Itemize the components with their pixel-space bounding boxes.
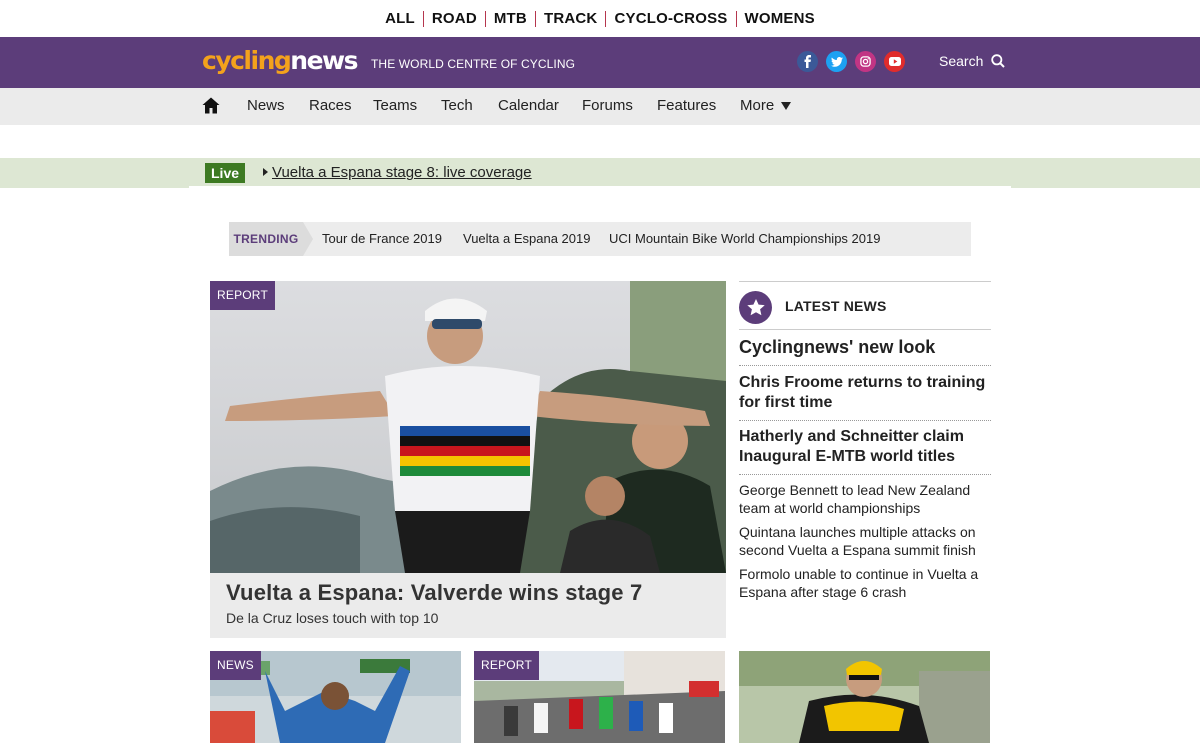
latest-news-item[interactable]: Chris Froome returns to training for fir… — [739, 373, 991, 413]
live-badge: Live — [205, 163, 246, 183]
logo-news: news — [290, 46, 358, 75]
trending-item[interactable]: Tour de France 2019 — [322, 231, 442, 246]
category-road[interactable]: ROAD — [422, 10, 485, 27]
nav-item-more[interactable]: More — [740, 97, 792, 114]
divider — [739, 365, 991, 366]
thumbnail-photo — [739, 651, 990, 743]
site-logo[interactable]: cyclingnews — [202, 46, 359, 76]
search-icon — [991, 54, 1006, 68]
home-icon[interactable] — [202, 97, 220, 119]
trending-item[interactable]: Vuelta a Espana 2019 — [463, 231, 590, 246]
category-mtb[interactable]: MTB — [484, 10, 535, 27]
chevron-down-icon — [781, 102, 792, 110]
facebook-icon[interactable] — [797, 51, 818, 72]
live-strip: Live Vuelta a Espana stage 8: live cover… — [0, 158, 1200, 188]
youtube-icon[interactable] — [884, 51, 905, 72]
thumbnail-tag[interactable]: NEWS — [210, 651, 261, 680]
divider — [739, 281, 991, 282]
trending-bar: TRENDING Tour de France 2019 Vuelta a Es… — [229, 222, 971, 256]
search-label: Search — [939, 53, 984, 69]
twitter-icon[interactable] — [826, 51, 847, 72]
latest-news-item[interactable]: Hatherly and Schneitter claim Inaugural … — [739, 427, 991, 467]
article-thumbnail[interactable]: NEWS — [210, 651, 461, 743]
latest-news-item[interactable]: Formolo unable to continue in Vuelta a E… — [739, 565, 991, 601]
trending-label: TRENDING — [229, 222, 313, 256]
article-thumbnail[interactable]: REPORT — [474, 651, 725, 743]
divider — [739, 474, 991, 475]
main-nav: News Races Teams Tech Calendar Forums Fe… — [0, 88, 1200, 125]
article-thumbnail[interactable] — [739, 651, 990, 743]
nav-more-label: More — [740, 97, 775, 114]
site-header: cyclingnews THE WORLD CENTRE OF CYCLING … — [0, 37, 1200, 88]
nav-item-calendar[interactable]: Calendar — [498, 97, 559, 114]
latest-news-title: LATEST NEWS — [785, 298, 887, 314]
hero-tag[interactable]: REPORT — [210, 281, 275, 310]
instagram-icon[interactable] — [855, 51, 876, 72]
nav-item-forums[interactable]: Forums — [582, 97, 633, 114]
category-all[interactable]: ALL — [377, 10, 423, 27]
category-track[interactable]: TRACK — [534, 10, 606, 27]
latest-news-item[interactable]: Cyclingnews' new look — [739, 337, 991, 357]
site-tagline: THE WORLD CENTRE OF CYCLING — [371, 57, 576, 71]
hero-image[interactable]: REPORT — [210, 281, 726, 573]
category-cyclo-cross[interactable]: CYCLO-CROSS — [605, 10, 735, 27]
category-bar: ALL ROAD MTB TRACK CYCLO-CROSS WOMENS — [0, 0, 1200, 37]
divider — [739, 420, 991, 421]
search-button[interactable]: Search — [939, 53, 1006, 69]
caret-right-icon — [263, 168, 268, 176]
hero-photo — [210, 281, 726, 573]
hero-headline[interactable]: Vuelta a Espana: Valverde wins stage 7 — [226, 580, 642, 606]
trending-item[interactable]: UCI Mountain Bike World Championships 20… — [609, 231, 880, 246]
nav-item-tech[interactable]: Tech — [441, 97, 473, 114]
hero-caption[interactable]: Vuelta a Espana: Valverde wins stage 7 D… — [210, 573, 726, 638]
nav-item-teams[interactable]: Teams — [373, 97, 417, 114]
latest-news-item[interactable]: George Bennett to lead New Zealand team … — [739, 481, 991, 517]
nav-item-races[interactable]: Races — [309, 97, 352, 114]
hero-subheadline: De la Cruz loses touch with top 10 — [226, 610, 439, 626]
thumbnail-tag[interactable]: REPORT — [474, 651, 539, 680]
category-womens[interactable]: WOMENS — [735, 10, 823, 27]
nav-item-news[interactable]: News — [247, 97, 285, 114]
star-icon — [739, 291, 772, 324]
nav-item-features[interactable]: Features — [657, 97, 716, 114]
live-coverage-link[interactable]: Vuelta a Espana stage 8: live coverage — [272, 164, 532, 181]
divider — [739, 329, 991, 330]
logo-cycling: cycling — [202, 46, 292, 75]
latest-news-item[interactable]: Quintana launches multiple attacks on se… — [739, 523, 991, 559]
